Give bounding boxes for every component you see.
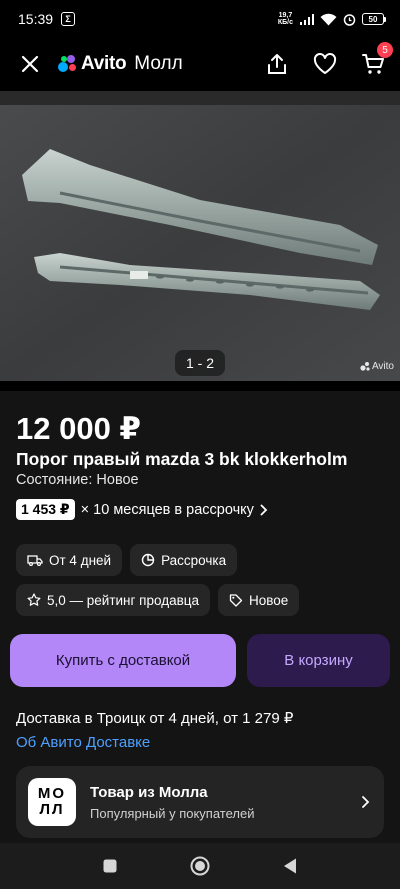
close-icon [21,55,39,73]
delivery-info: Доставка в Троицк от 4 дней, от 1 279 ₽ [16,710,294,727]
chip-label: От 4 дней [49,552,112,568]
alarm-icon [343,13,356,26]
battery-icon: 50 [362,13,386,25]
sim-icon: Σ [61,12,76,26]
battery-level: 50 [362,13,384,25]
back-icon[interactable] [282,857,298,875]
home-icon[interactable] [190,856,210,876]
installment-amount: 1 453 ₽ [16,499,75,520]
heart-icon [313,53,337,74]
tag-icon [229,594,243,607]
chip-condition[interactable]: Новое [218,584,300,616]
truck-icon [27,555,43,566]
net-speed: 19,7 КБ/с [278,12,293,26]
logo-brand: Avito [81,53,127,74]
mall-card-subtitle: Популярный у покупателей [90,805,255,821]
signal-icon [300,13,314,25]
photo-gallery[interactable]: 1 - 2 Avito [0,91,400,381]
listing-condition: Состояние: Новое [16,472,139,488]
chip-label: 5,0 — рейтинг продавца [47,592,200,608]
add-to-cart-button[interactable]: В корзину [247,634,390,687]
cart-badge: 5 [377,42,393,58]
buy-with-delivery-button[interactable]: Купить с доставкой [10,634,236,687]
watermark: Avito [360,361,394,372]
wifi-icon [320,13,337,25]
chip-label: Новое [249,592,289,608]
share-button[interactable] [264,51,290,77]
status-bar: 15:39 Σ 19,7 КБ/с 50 [0,0,400,38]
chevron-right-icon [260,504,268,515]
status-time: 15:39 [18,11,54,27]
installment-row[interactable]: 1 453 ₽ × 10 месяцев в рассрочку [16,499,268,520]
avito-watermark-icon [360,362,370,371]
watermark-text: Avito [371,361,394,372]
app-header: Avito Молл 5 [0,38,400,90]
mall-logo-line1: МО [37,785,67,802]
gallery-counter: 1 - 2 [175,350,225,376]
installment-text: × 10 месяцев в рассрочку [80,501,254,518]
price: 12 000 ₽ [16,411,141,446]
mall-card-title: Товар из Молла [90,783,208,801]
chip-delivery[interactable]: От 4 дней [16,544,123,576]
recents-icon[interactable] [102,858,118,874]
listing-details: 12 000 ₽ Порог правый mazda 3 bk klokker… [0,391,400,851]
listing-title: Порог правый mazda 3 bk klokkerholm [16,449,348,469]
mall-card[interactable]: МО ЛЛ Товар из Молла Популярный у покупа… [16,766,384,838]
logo-sub: Молл [134,53,183,74]
chip-seller-rating[interactable]: 5,0 — рейтинг продавца [16,584,211,616]
product-photo[interactable] [0,105,400,381]
mall-logo-line2: ЛЛ [39,801,65,818]
pie-icon [141,553,155,567]
avito-mall-logo: Avito Молл [58,53,183,75]
feature-chips: От 4 дней Рассрочка 5,0 — рейтинг продав… [16,544,386,616]
mall-logo: МО ЛЛ [28,778,76,826]
favorite-button[interactable] [312,51,338,77]
share-icon [268,54,286,74]
net-speed-unit: КБ/с [277,19,293,26]
chevron-right-icon [362,796,370,808]
cart-button[interactable]: 5 [360,42,393,77]
star-icon [27,593,41,606]
chip-label: Рассрочка [161,552,227,568]
net-speed-value: 19,7 [278,12,293,19]
close-button[interactable] [16,50,44,78]
avito-logo-dots [58,55,78,73]
system-nav-bar [0,843,400,889]
about-delivery-link[interactable]: Об Авито Доставке [16,734,150,751]
chip-installment[interactable]: Рассрочка [130,544,238,576]
